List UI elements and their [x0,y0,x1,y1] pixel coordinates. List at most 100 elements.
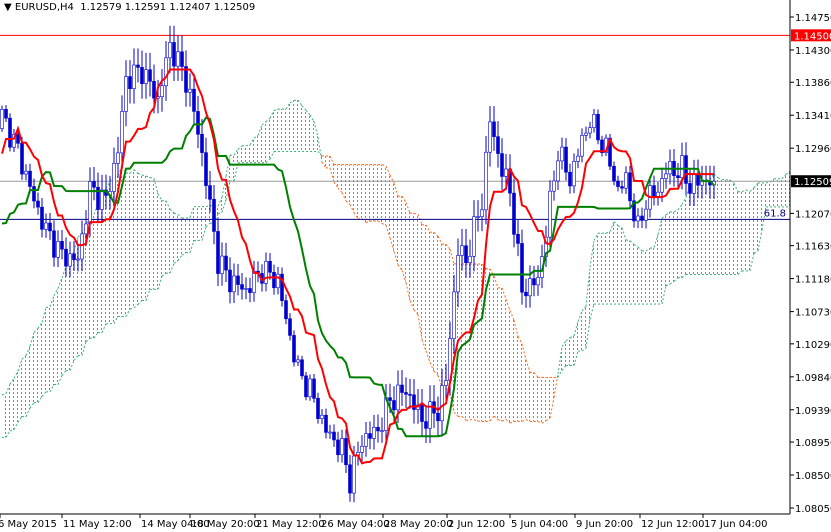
candle-body [568,171,572,187]
candle-body [328,431,332,434]
candle-body [216,231,220,274]
time-tick-label: 2 Jun 12:00 [448,519,505,530]
cloud-segment [602,233,606,305]
price-tick-label: 1.13860 [795,78,831,89]
candle-body [232,275,236,293]
cloud-segment [546,377,550,421]
candle-body [332,431,336,441]
cloud-segment [718,177,722,275]
candle-body [372,426,376,439]
candle-body [20,143,24,175]
cloud-segment [782,174,786,207]
candle-body [80,233,84,260]
candle-body [0,109,4,129]
cloud-segment [734,183,738,275]
price-tick-label: 1.12960 [795,144,831,155]
candle-body [352,455,356,494]
time-tick-label: 21 May 12:00 [256,519,325,530]
candle-body [640,215,644,221]
candle-body [436,412,440,422]
cloud-segment [286,102,290,152]
cloud-segment [354,164,358,219]
candle-body [212,199,216,232]
cloud-segment [786,171,790,207]
candle-body [476,216,480,218]
candle-body [484,151,488,211]
candle-body [456,255,460,293]
time-tick-label: 18 May 20:00 [191,519,260,530]
cloud-segment [498,287,502,422]
candle-body [396,384,400,411]
cloud-segment [518,336,522,422]
cloud-segment [94,204,98,339]
cloud-segment [522,343,526,422]
cloud-segment [658,218,662,305]
candle-body [408,393,412,396]
candle-body [348,464,352,494]
cloud-segment [490,268,494,421]
candle-body [696,173,700,186]
cloud-segment [538,377,542,424]
cloud-segment [90,214,94,339]
candle-body [268,261,272,273]
cloud-segment [230,155,234,182]
candle-body [228,269,232,293]
price-tick-label: 1.13410 [795,111,831,122]
time-tick-label: 12 Jun 12:00 [641,519,705,530]
candle-body [52,230,56,258]
cloud-segment [594,233,598,305]
candle-body [192,88,196,112]
candle-body [528,278,532,297]
candle-body [420,404,424,422]
candle-body [440,385,444,422]
price-tick-label: 1.11180 [795,275,831,286]
cloud-segment [390,175,394,252]
cloud-segment [598,233,602,305]
candle-body [616,180,620,187]
time-tick-label: 11 May 12:00 [63,519,132,530]
candle-body [620,186,624,189]
candle-body [424,421,428,429]
candle-body [580,134,584,157]
cloud-segment [722,179,726,275]
cloud-segment [158,193,162,290]
cloud-segment [250,137,254,163]
cloud-segment [422,224,426,351]
cloud-segment [750,187,754,271]
cloud-segment [430,232,434,372]
candle-body [188,88,192,93]
candle-body [264,261,268,284]
candle-body [284,300,288,320]
candle-body [404,392,408,395]
cloud-segment [98,197,102,333]
cloud-segment [306,110,310,152]
cloud-segment [510,310,514,424]
resistance-price-label: 1.14500 [794,31,831,42]
cloud-segment [246,144,250,163]
cloud-segment [770,178,774,207]
candle-body [624,172,628,189]
cloud-segment [570,335,574,366]
cloud-segment [418,214,422,340]
candle-body [144,69,148,84]
candle-body [452,291,456,339]
price-chart[interactable]: 61.8 1.14750 1.14300 1.13860 1.13410 1.12960 1… [0,0,831,532]
cloud-segment [686,185,690,275]
candle-body [160,85,164,97]
cloud-segment [102,188,106,333]
current-price-label: 1.12509 [794,177,831,188]
candle-body [680,155,684,179]
cloud-segment [290,100,294,152]
cloud-segment [774,178,778,207]
candle-body [304,375,308,398]
cloud-segment [726,179,730,275]
cloud-segment [138,173,142,305]
candle-body [48,222,52,232]
cloud-segment [334,164,338,188]
cloud-segment [778,178,782,207]
cloud-segment [638,246,642,305]
candle-body [676,175,680,179]
candle-body [668,161,672,175]
candle-body [444,380,448,386]
cloud-segment [478,264,482,422]
